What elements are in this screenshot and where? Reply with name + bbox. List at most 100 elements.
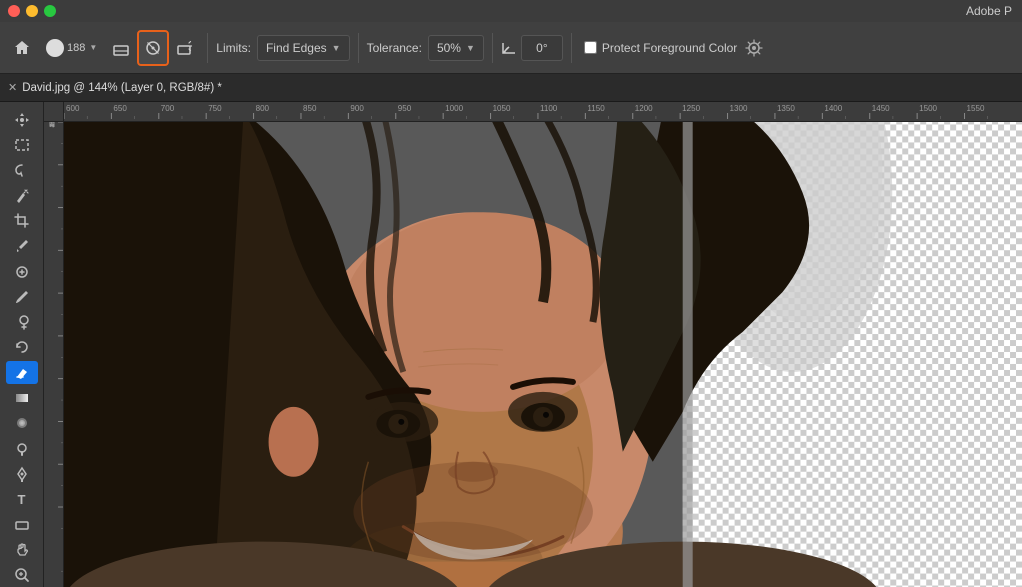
type-tool-label: T bbox=[18, 492, 26, 507]
protect-fg-label[interactable]: Protect Foreground Color bbox=[602, 41, 737, 55]
gradient-tool-icon bbox=[14, 390, 30, 406]
svg-text:1150: 1150 bbox=[587, 104, 605, 113]
toolbar-divider-2 bbox=[358, 33, 359, 63]
svg-text:750: 750 bbox=[208, 104, 222, 113]
tolerance-dropdown[interactable]: 50% ▼ bbox=[428, 35, 484, 61]
close-button[interactable] bbox=[8, 5, 20, 17]
zoom-tool-button[interactable] bbox=[6, 564, 38, 587]
toolbar: 188 ▼ Limits: Fi bbox=[0, 22, 1022, 74]
shape-tool-button[interactable] bbox=[6, 513, 38, 536]
crop-tool-button[interactable] bbox=[6, 209, 38, 232]
lasso-tool-button[interactable] bbox=[6, 159, 38, 182]
svg-text:1100: 1100 bbox=[540, 104, 558, 113]
marquee-tool-button[interactable] bbox=[6, 133, 38, 156]
svg-text:1350: 1350 bbox=[777, 104, 795, 113]
move-tool-button[interactable] bbox=[6, 108, 38, 131]
settings-icon bbox=[745, 39, 763, 57]
lasso-tool-icon bbox=[14, 162, 30, 178]
svg-text:800: 800 bbox=[256, 104, 270, 113]
canvas-svg bbox=[64, 122, 1022, 587]
brush-tool-button[interactable] bbox=[6, 285, 38, 308]
history-brush-icon bbox=[14, 339, 30, 355]
crop-tool-icon bbox=[14, 213, 30, 229]
angle-input-group: 0° bbox=[501, 35, 563, 61]
type-tool-button[interactable]: T bbox=[6, 488, 38, 511]
svg-text:450: 450 bbox=[49, 122, 56, 127]
eyedropper-tool-button[interactable] bbox=[6, 235, 38, 258]
svg-text:900: 900 bbox=[350, 104, 364, 113]
dodge-tool-button[interactable] bbox=[6, 437, 38, 460]
eraser-tool-button[interactable] bbox=[6, 361, 38, 384]
limits-value: Find Edges bbox=[266, 41, 327, 55]
minimize-button[interactable] bbox=[26, 5, 38, 17]
svg-text:850: 850 bbox=[303, 104, 317, 113]
canvas-area[interactable]: 600 650 700 750 800 850 900 950 bbox=[44, 102, 1022, 587]
svg-text:700: 700 bbox=[161, 104, 175, 113]
angle-icon bbox=[501, 40, 517, 56]
eraser-icon bbox=[112, 39, 130, 57]
svg-text:1200: 1200 bbox=[635, 104, 653, 113]
brush-dropdown-chevron: ▼ bbox=[89, 43, 97, 52]
svg-text:1400: 1400 bbox=[824, 104, 842, 113]
tolerance-chevron: ▼ bbox=[466, 43, 475, 53]
spot-heal-button[interactable] bbox=[6, 260, 38, 283]
toolbar-divider-3 bbox=[492, 33, 493, 63]
tolerance-value: 50% bbox=[437, 41, 461, 55]
hand-tool-icon bbox=[14, 542, 30, 558]
settings-button[interactable] bbox=[741, 33, 767, 63]
blur-tool-button[interactable] bbox=[6, 412, 38, 435]
horizontal-ruler: 600 650 700 750 800 850 900 950 bbox=[64, 102, 1022, 122]
brush-size-value: 188 bbox=[67, 42, 85, 54]
tab-close-button[interactable]: ✕ bbox=[8, 81, 17, 94]
blur-tool-icon bbox=[14, 415, 30, 431]
clone-stamp-button[interactable] bbox=[6, 311, 38, 334]
brush-tool-icon bbox=[14, 289, 30, 305]
protect-fg-checkbox[interactable] bbox=[584, 41, 597, 54]
maximize-button[interactable] bbox=[44, 5, 56, 17]
hand-tool-button[interactable] bbox=[6, 538, 38, 561]
svg-text:0: 0 bbox=[44, 145, 45, 149]
svg-text:1250: 1250 bbox=[682, 104, 700, 113]
move-tool-icon bbox=[14, 112, 30, 128]
standard-eraser-button[interactable] bbox=[107, 30, 135, 66]
home-button[interactable] bbox=[8, 30, 36, 66]
angle-field[interactable]: 0° bbox=[521, 35, 563, 61]
vertical-ruler: 0 50 100 150 200 250 300 350 400 bbox=[44, 122, 64, 587]
spot-heal-icon bbox=[14, 264, 30, 280]
main-area: T bbox=[0, 102, 1022, 587]
background-eraser-icon bbox=[144, 39, 162, 57]
svg-text:1300: 1300 bbox=[730, 104, 748, 113]
quick-selection-button[interactable] bbox=[6, 184, 38, 207]
quick-selection-icon bbox=[14, 188, 30, 204]
brush-preview bbox=[46, 39, 64, 57]
svg-text:950: 950 bbox=[398, 104, 412, 113]
svg-text:1450: 1450 bbox=[872, 104, 890, 113]
toolbar-divider-1 bbox=[207, 33, 208, 63]
svg-text:1000: 1000 bbox=[445, 104, 463, 113]
tabbar: ✕ David.jpg @ 144% (Layer 0, RGB/8#) * bbox=[0, 74, 1022, 102]
canvas-image-area[interactable] bbox=[64, 122, 1022, 587]
magic-eraser-icon bbox=[176, 39, 194, 57]
marquee-tool-icon bbox=[14, 137, 30, 153]
titlebar: Adobe P bbox=[0, 0, 1022, 22]
svg-text:650: 650 bbox=[113, 104, 127, 113]
protect-fg-group: Protect Foreground Color bbox=[584, 41, 737, 55]
zoom-tool-icon bbox=[14, 567, 30, 583]
eraser-type-group bbox=[107, 30, 199, 66]
tab-title: David.jpg @ 144% (Layer 0, RGB/8#) * bbox=[22, 82, 222, 94]
svg-text:1050: 1050 bbox=[493, 104, 511, 113]
clone-stamp-icon bbox=[14, 314, 30, 330]
svg-text:1500: 1500 bbox=[919, 104, 937, 113]
pen-tool-button[interactable] bbox=[6, 462, 38, 485]
background-eraser-button[interactable] bbox=[137, 30, 169, 66]
history-brush-button[interactable] bbox=[6, 336, 38, 359]
app-title: Adobe P bbox=[966, 4, 1012, 18]
limits-dropdown[interactable]: Find Edges ▼ bbox=[257, 35, 350, 61]
toolbar-divider-4 bbox=[571, 33, 572, 63]
brush-size-button[interactable]: 188 ▼ bbox=[40, 30, 103, 66]
eyedropper-tool-icon bbox=[14, 238, 30, 254]
v-ruler-svg: 0 50 100 150 200 250 300 350 400 bbox=[44, 122, 64, 587]
magic-eraser-button[interactable] bbox=[171, 30, 199, 66]
ruler-corner bbox=[44, 102, 64, 122]
gradient-tool-button[interactable] bbox=[6, 386, 38, 409]
